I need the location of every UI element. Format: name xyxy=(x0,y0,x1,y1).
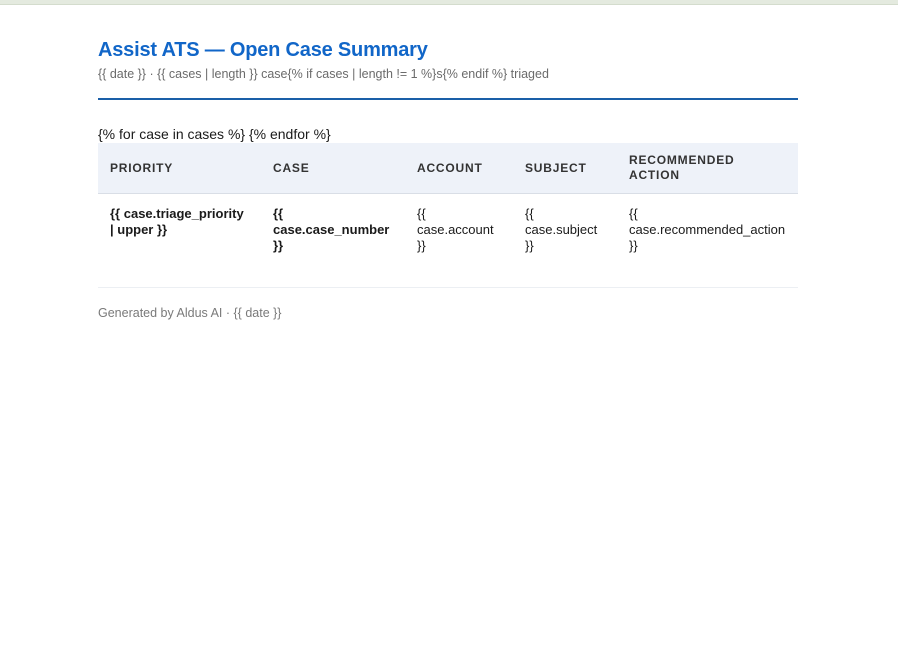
column-header-account: ACCOUNT xyxy=(405,143,513,194)
column-header-case: CASE xyxy=(261,143,405,194)
page-title: Assist ATS — Open Case Summary xyxy=(98,39,428,61)
table-row: {{ case.triage_priority | upper }} {{ ca… xyxy=(98,193,798,288)
case-number-link[interactable]: {{ case.case_number }} xyxy=(261,193,405,288)
account-cell: {{ case.account }} xyxy=(405,193,513,288)
document-page: Assist ATS — Open Case Summary {{ date }… xyxy=(98,38,798,321)
top-strip xyxy=(0,0,898,5)
page-footer: Generated by Aldus AI · {{ date }} xyxy=(98,306,282,320)
header-rule xyxy=(98,98,798,100)
template-loop-text: {% for case in cases %} {% endfor %} xyxy=(98,126,331,142)
column-header-subject: SUBJECT xyxy=(513,143,617,194)
recommended-action-cell: {{ case.recommended_action }} xyxy=(617,193,798,288)
cases-table: PRIORITY CASE ACCOUNT SUBJECT RECOMMENDE… xyxy=(98,143,798,288)
page-subtitle: {{ date }} · {{ cases | length }} case{%… xyxy=(98,67,549,81)
priority-cell: {{ case.triage_priority | upper }} xyxy=(98,193,261,288)
subject-cell: {{ case.subject }} xyxy=(513,193,617,288)
table-header-row: PRIORITY CASE ACCOUNT SUBJECT RECOMMENDE… xyxy=(98,143,798,194)
column-header-recommended-action: RECOMMENDED ACTION xyxy=(617,143,798,194)
column-header-priority: PRIORITY xyxy=(98,143,261,194)
